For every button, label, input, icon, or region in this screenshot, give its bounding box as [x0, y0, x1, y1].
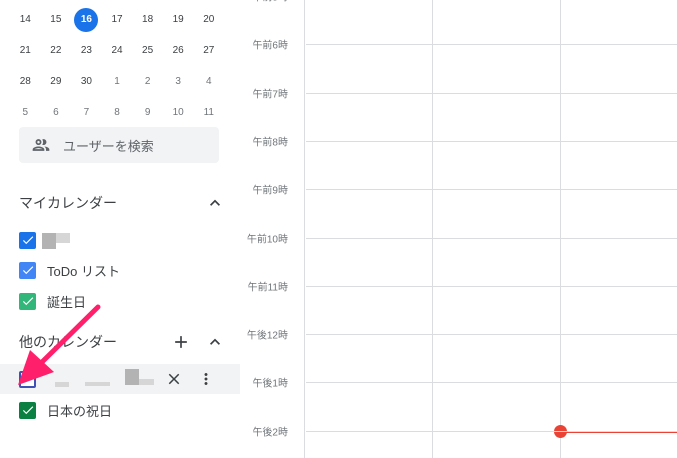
mini-calendar-day[interactable]: 5 — [10, 101, 41, 125]
calendar-label-todo: ToDo リスト — [47, 263, 120, 279]
redacted-name-block — [139, 379, 154, 385]
grid-column-divider — [432, 0, 433, 458]
my-calendars-header[interactable]: マイカレンダー — [19, 191, 227, 215]
mini-calendar-day[interactable]: 28 — [10, 70, 41, 94]
mini-calendar-day[interactable]: 2 — [132, 70, 163, 94]
mini-calendar-day[interactable]: 17 — [102, 8, 133, 32]
calendar-item-japan-holidays[interactable]: 日本の祝日 — [0, 395, 240, 425]
mini-calendar-day[interactable]: 1 — [102, 70, 133, 94]
check-icon — [22, 236, 33, 245]
calendar-label-birthdays: 誕生日 — [47, 294, 87, 310]
search-users-input[interactable]: ユーザーを検索 — [19, 127, 219, 163]
grid-column-divider — [560, 0, 561, 458]
grid-column-divider — [304, 0, 305, 458]
mini-calendar-day[interactable]: 20 — [193, 8, 224, 32]
mini-calendar-day[interactable]: 9 — [132, 101, 163, 125]
unsubscribe-calendar-button[interactable] — [164, 369, 184, 389]
check-icon — [22, 406, 33, 415]
mini-calendar-day[interactable]: 11 — [193, 101, 224, 125]
time-label: 午前8時 — [252, 137, 288, 149]
calendar-item-todo[interactable]: ToDo リスト — [0, 255, 240, 285]
mini-calendar-day[interactable]: 21 — [10, 39, 41, 63]
calendar-checkbox-personal[interactable] — [19, 231, 36, 249]
hour-gridline — [306, 382, 677, 384]
mini-calendar-day[interactable]: 8 — [102, 101, 133, 125]
redacted-name-block — [56, 233, 70, 243]
time-label: 午後1時 — [252, 378, 288, 390]
calendar-item-birthdays[interactable]: 誕生日 — [0, 286, 240, 316]
mini-calendar-day[interactable]: 22 — [41, 39, 72, 63]
collapse-my-calendars-button[interactable] — [203, 191, 227, 215]
mini-calendar-day[interactable]: 14 — [10, 8, 41, 32]
calendar-checkbox-other-shared[interactable] — [19, 370, 36, 388]
mini-calendar-week: 28 29 30 1 2 3 4 — [10, 66, 224, 97]
other-calendars-title: 他のカレンダー — [19, 334, 117, 350]
hour-gridline — [306, 44, 677, 46]
mini-calendar-day[interactable]: 25 — [132, 39, 163, 63]
calendar-item-personal[interactable] — [0, 225, 240, 255]
mini-calendar-day[interactable]: 23 — [71, 39, 102, 63]
redacted-name-block — [85, 382, 110, 386]
mini-calendar-day[interactable]: 18 — [132, 8, 163, 32]
mini-calendar-day[interactable]: 29 — [41, 70, 72, 94]
mini-calendar-day[interactable]: 19 — [163, 8, 194, 32]
calendar-options-button[interactable] — [196, 369, 216, 389]
calendar-checkbox-birthdays[interactable] — [19, 292, 36, 310]
mini-calendar-day[interactable]: 6 — [41, 101, 72, 125]
calendar-checkbox-japan-holidays[interactable] — [19, 401, 36, 419]
time-label: 午後12時 — [246, 330, 288, 342]
redacted-name-block — [42, 233, 56, 249]
hour-gridline — [306, 285, 677, 287]
mini-calendar-day[interactable]: 26 — [163, 39, 194, 63]
chevron-up-icon — [210, 338, 220, 345]
hour-gridline — [306, 140, 677, 142]
chevron-up-icon — [210, 199, 220, 206]
time-label: 午前11時 — [247, 282, 288, 294]
mini-calendar-week: 5 6 7 8 9 10 11 — [10, 97, 224, 128]
mini-calendar-day[interactable]: 7 — [71, 101, 102, 125]
plus-icon — [175, 336, 187, 348]
time-label: 午前9時 — [252, 185, 288, 197]
redacted-name-block — [55, 382, 69, 387]
time-label: 午前6時 — [252, 40, 288, 52]
more-vert-icon — [204, 373, 208, 385]
mini-calendar-day[interactable]: 3 — [163, 70, 194, 94]
time-label: 午前10時 — [246, 234, 288, 245]
collapse-other-calendars-button[interactable] — [203, 330, 227, 354]
time-label: 午後2時 — [252, 427, 288, 439]
hour-gridline — [306, 92, 677, 94]
hour-gridline — [306, 334, 677, 336]
calendar-item-other-shared[interactable] — [0, 364, 240, 394]
mini-calendar: 14 15 16 17 18 19 20 21 22 23 24 25 26 27 28 29 30 1 2 3 4 5 6… — [10, 4, 224, 128]
close-icon — [168, 373, 180, 385]
people-icon — [31, 135, 51, 155]
mini-calendar-day[interactable]: 16 — [74, 7, 99, 32]
mini-calendar-day[interactable]: 27 — [193, 39, 224, 63]
hour-gridline — [306, 237, 677, 239]
search-users-placeholder: ユーザーを検索 — [63, 138, 154, 154]
calendar-checkbox-todo[interactable] — [19, 261, 36, 279]
mini-calendar-week: 21 22 23 24 25 26 27 — [10, 35, 224, 66]
time-label: 午前7時 — [252, 89, 288, 101]
redacted-name-block — [125, 369, 139, 385]
mini-calendar-day[interactable]: 30 — [71, 70, 102, 94]
other-calendars-header[interactable]: 他のカレンダー — [19, 330, 227, 354]
hour-gridline — [306, 189, 677, 191]
check-icon — [22, 297, 33, 306]
mini-calendar-day[interactable]: 15 — [41, 8, 72, 32]
time-label: 午前5時 — [252, 0, 288, 4]
mini-calendar-day[interactable]: 24 — [102, 39, 133, 63]
my-calendars-title: マイカレンダー — [19, 195, 117, 211]
day-time-grid[interactable]: 午前5時午前6時午前7時午前8時午前9時午前10時午前11時午後12時午後1時午… — [240, 0, 677, 458]
check-icon — [22, 266, 33, 275]
mini-calendar-day[interactable]: 10 — [163, 101, 194, 125]
mini-calendar-day[interactable]: 4 — [193, 70, 224, 94]
sidebar: 14 15 16 17 18 19 20 21 22 23 24 25 26 27 28 29 30 1 2 3 4 5 6… — [0, 0, 240, 458]
hour-gridline — [306, 430, 677, 432]
add-other-calendar-button[interactable] — [169, 330, 193, 354]
mini-calendar-week: 14 15 16 17 18 19 20 — [10, 4, 224, 35]
calendar-label-japan-holidays: 日本の祝日 — [47, 403, 113, 419]
